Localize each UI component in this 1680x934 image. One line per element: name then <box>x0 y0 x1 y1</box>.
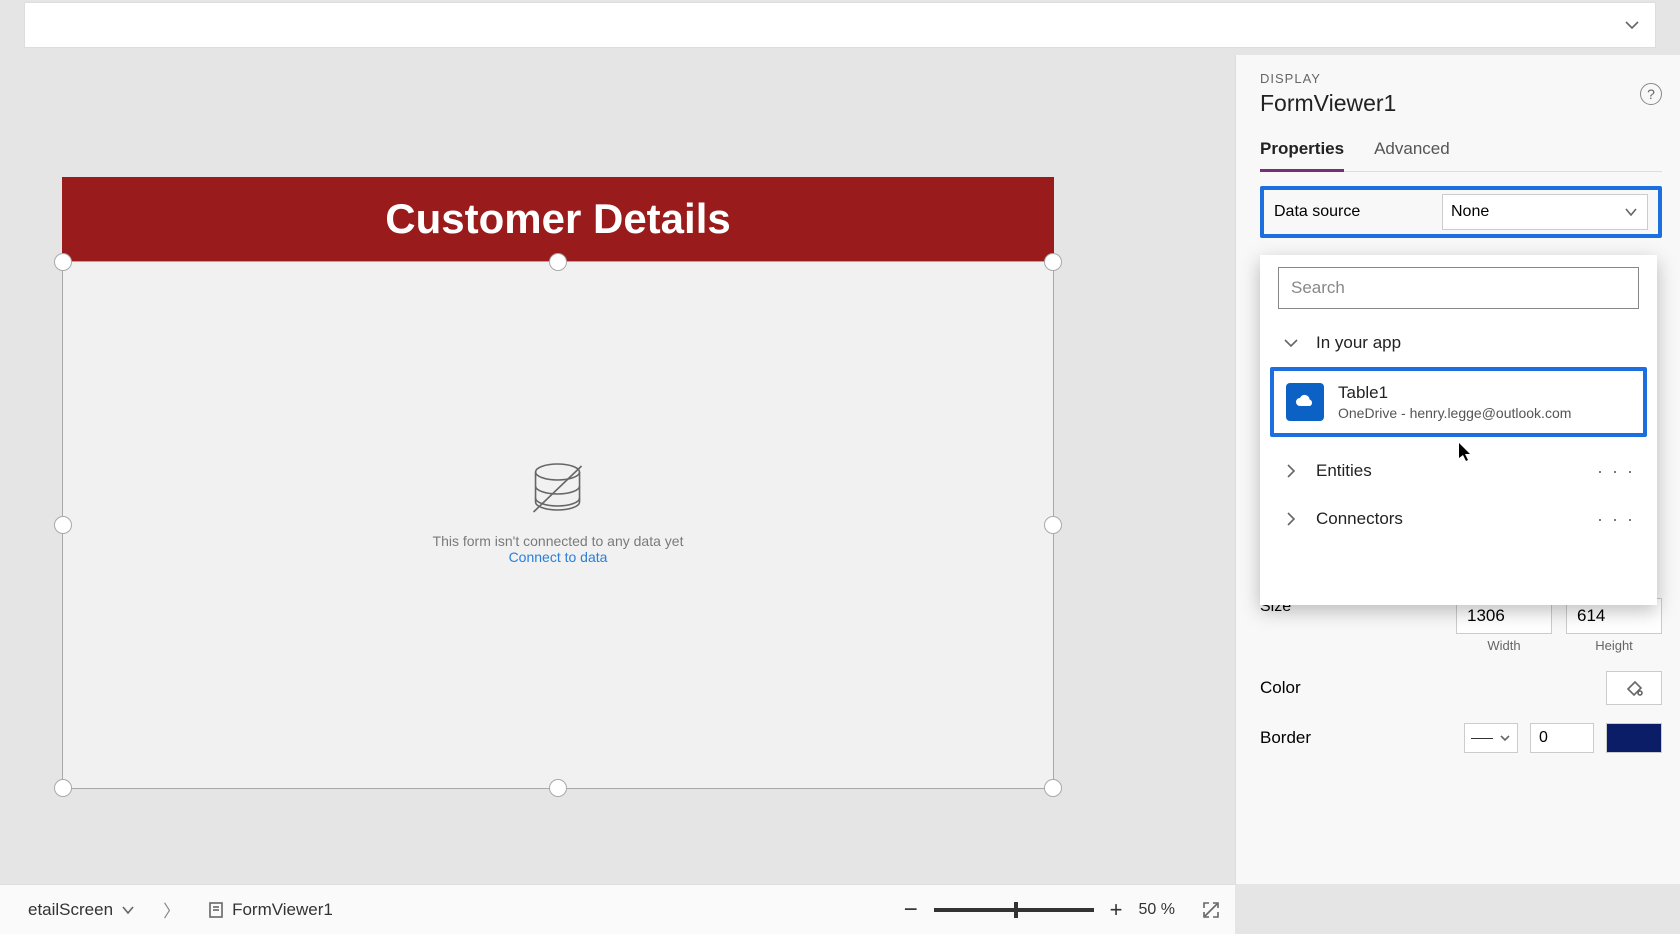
border-label: Border <box>1260 728 1311 748</box>
data-source-search[interactable]: Search <box>1278 267 1639 309</box>
data-source-dropdown[interactable]: None <box>1442 194 1648 230</box>
zoom-in-button[interactable]: + <box>1110 897 1123 923</box>
data-source-row: Data source None <box>1260 186 1662 238</box>
form-placeholder-text: This form isn't connected to any data ye… <box>433 533 684 549</box>
zoom-slider[interactable] <box>934 908 1094 912</box>
tab-properties[interactable]: Properties <box>1260 139 1344 172</box>
color-label: Color <box>1260 678 1301 698</box>
resize-handle[interactable] <box>1044 516 1062 534</box>
help-button[interactable]: ? <box>1640 83 1662 105</box>
canvas: Customer Details This form isn't connect… <box>0 55 1195 884</box>
properties-tabs: Properties Advanced <box>1260 139 1662 172</box>
formula-bar[interactable] <box>24 2 1656 48</box>
database-slash-icon <box>526 462 590 518</box>
control-name: FormViewer1 <box>1260 90 1662 117</box>
connect-to-data-link[interactable]: Connect to data <box>509 549 608 565</box>
data-source-item-table1[interactable]: Table1 OneDrive - henry.legge@outlook.co… <box>1270 367 1647 437</box>
data-source-item-title: Table1 <box>1338 383 1571 403</box>
screen-header-title: Customer Details <box>385 195 730 243</box>
color-picker-button[interactable] <box>1606 671 1662 705</box>
color-row: Color <box>1260 671 1662 705</box>
resize-handle[interactable] <box>549 779 567 797</box>
data-source-popover: Search In your app Table1 OneDrive - hen… <box>1260 255 1657 605</box>
data-source-value: None <box>1451 203 1489 221</box>
resize-handle[interactable] <box>549 253 567 271</box>
zoom-percent: 50 % <box>1139 901 1175 919</box>
border-row: Border 0 <box>1260 723 1662 753</box>
search-placeholder: Search <box>1291 278 1345 298</box>
paint-bucket-icon <box>1625 679 1643 697</box>
border-style-select[interactable] <box>1464 723 1518 753</box>
border-color-swatch[interactable] <box>1606 723 1662 753</box>
resize-handle[interactable] <box>54 516 72 534</box>
size-row: Size 1306 614 Width Height <box>1260 598 1662 653</box>
zoom-out-button[interactable]: − <box>904 896 918 924</box>
chevron-right-icon <box>1282 510 1300 528</box>
data-source-label: Data source <box>1274 203 1360 221</box>
chevron-down-icon <box>1499 732 1511 744</box>
fit-to-screen-icon[interactable] <box>1201 900 1221 920</box>
form-placeholder: This form isn't connected to any data ye… <box>433 462 684 567</box>
bottom-status-bar: etailScreen FormViewer1 − + 50 % <box>0 884 1235 934</box>
cursor-icon <box>1459 443 1475 468</box>
zoom-controls: − + 50 % <box>904 896 1221 924</box>
chevron-down-icon <box>1282 334 1300 352</box>
breadcrumb-screen[interactable]: etailScreen <box>14 891 149 929</box>
popover-section-in-your-app[interactable]: In your app <box>1260 319 1657 367</box>
form-viewer-control[interactable]: This form isn't connected to any data ye… <box>62 261 1054 789</box>
form-icon <box>208 901 224 919</box>
cloud-icon <box>1286 383 1324 421</box>
chevron-down-icon <box>121 903 135 917</box>
screen-header-banner: Customer Details <box>62 177 1054 261</box>
breadcrumb-separator <box>159 897 184 922</box>
resize-handle[interactable] <box>54 779 72 797</box>
control-category: DISPLAY <box>1260 71 1662 86</box>
breadcrumb-control[interactable]: FormViewer1 <box>194 891 347 929</box>
popover-section-connectors[interactable]: Connectors · · · <box>1260 495 1657 543</box>
height-sublabel: Height <box>1566 638 1662 653</box>
resize-handle[interactable] <box>54 253 72 271</box>
resize-handle[interactable] <box>1044 779 1062 797</box>
chevron-down-icon <box>1623 204 1639 220</box>
border-width-input[interactable]: 0 <box>1530 723 1594 753</box>
chevron-right-icon <box>1282 462 1300 480</box>
resize-handle[interactable] <box>1044 253 1062 271</box>
chevron-down-icon <box>1623 16 1641 34</box>
data-source-item-subtitle: OneDrive - henry.legge@outlook.com <box>1338 405 1571 421</box>
tab-advanced[interactable]: Advanced <box>1374 139 1450 171</box>
more-icon[interactable]: · · · <box>1597 509 1635 530</box>
more-icon[interactable]: · · · <box>1597 461 1635 482</box>
width-sublabel: Width <box>1456 638 1552 653</box>
